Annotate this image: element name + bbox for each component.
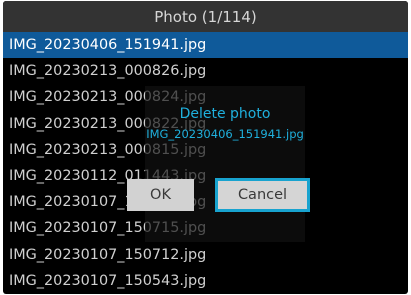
dialog-title: Delete photo (179, 106, 271, 122)
title-bar: Photo (1/114) (3, 1, 408, 32)
photo-browser-screen: Photo (1/114) IMG_20230406_151941.jpg IM… (3, 1, 408, 294)
ok-button[interactable]: OK (127, 179, 194, 211)
cancel-button[interactable]: Cancel (215, 178, 310, 212)
dialog-filename: IMG_20230406_151941.jpg (146, 127, 304, 141)
file-list-item[interactable]: IMG_20230213_000826.jpg (3, 58, 408, 84)
page-title: Photo (1/114) (154, 7, 257, 26)
file-list-item[interactable]: IMG_20230107_150543.jpg (3, 268, 408, 294)
file-list-item[interactable]: IMG_20230406_151941.jpg (3, 32, 408, 59)
delete-photo-dialog: Delete photo IMG_20230406_151941.jpg (145, 86, 305, 242)
file-list-item[interactable]: IMG_20230107_150712.jpg (3, 242, 408, 268)
